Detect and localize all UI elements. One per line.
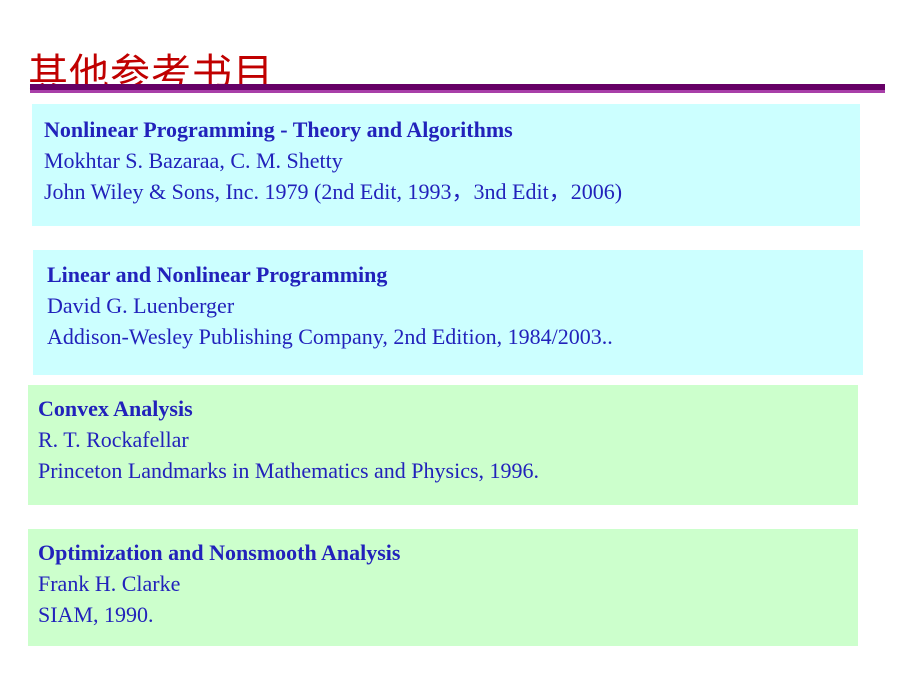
reference-title: Linear and Nonlinear Programming	[47, 262, 388, 287]
title-divider-lower-band	[30, 90, 885, 93]
reference-title: Nonlinear Programming - Theory and Algor…	[44, 117, 513, 142]
title-divider	[30, 84, 885, 93]
reference-card: Convex Analysis R. T. Rockafellar Prince…	[28, 385, 858, 505]
reference-title: Convex Analysis	[38, 396, 193, 421]
reference-publisher: Princeton Landmarks in Mathematics and P…	[38, 458, 540, 483]
reference-authors: Frank H. Clarke	[38, 571, 181, 596]
reference-authors: David G. Luenberger	[47, 293, 235, 318]
reference-authors: Mokhtar S. Bazaraa, C. M. Shetty	[44, 148, 343, 173]
reference-card: Nonlinear Programming - Theory and Algor…	[32, 104, 860, 226]
reference-title: Optimization and Nonsmooth Analysis	[38, 540, 401, 565]
reference-publisher: Addison-Wesley Publishing Company, 2nd E…	[47, 324, 613, 349]
reference-authors: R. T. Rockafellar	[38, 427, 189, 452]
reference-publisher: SIAM, 1990.	[38, 602, 154, 627]
reference-card: Optimization and Nonsmooth Analysis Fran…	[28, 529, 858, 646]
reference-card: Linear and Nonlinear Programming David G…	[33, 250, 863, 375]
reference-publisher: John Wiley & Sons, Inc. 1979 (2nd Edit, …	[44, 179, 623, 204]
